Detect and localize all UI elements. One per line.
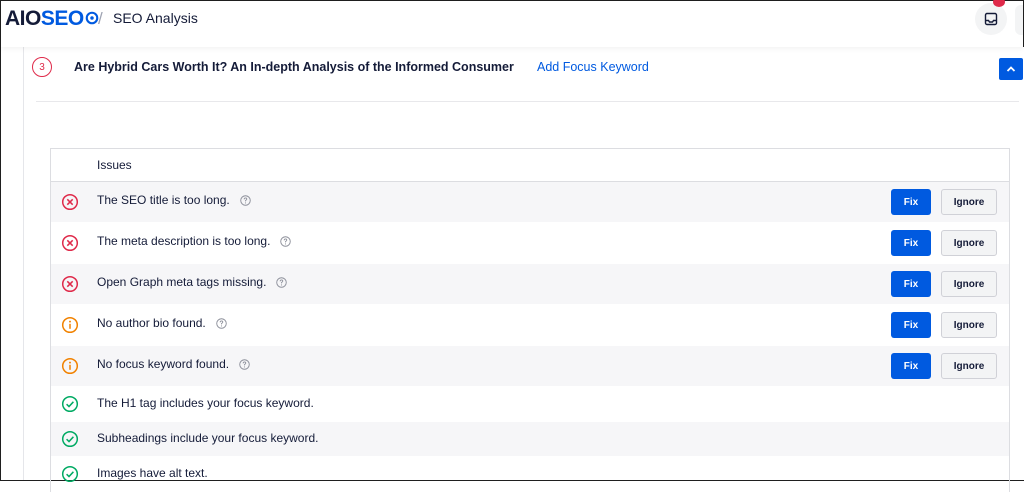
issues-column-header: Issues bbox=[97, 158, 132, 172]
app-frame: AIOSEO / SEO Analysis 3 Are Hybrid Cars … bbox=[0, 0, 1024, 492]
warning-icon bbox=[61, 316, 79, 334]
notifications-button[interactable] bbox=[975, 3, 1007, 35]
breadcrumb-separator: / bbox=[98, 9, 103, 28]
issue-row: Subheadings include your focus keyword. bbox=[51, 422, 1009, 457]
page-title: SEO Analysis bbox=[113, 10, 198, 26]
issue-row: The meta description is too long. Fix Igno… bbox=[51, 223, 1009, 264]
issues-table: Issues The SEO title is too long. Fix Igno… bbox=[50, 148, 1010, 492]
aioseo-logo[interactable]: AIOSEO bbox=[5, 7, 99, 31]
issue-text: The H1 tag includes your focus keyword. bbox=[97, 396, 314, 410]
fix-button[interactable]: Fix bbox=[891, 230, 931, 256]
post-score-badge: 3 bbox=[32, 57, 52, 77]
fix-button[interactable]: Fix bbox=[891, 189, 931, 215]
fix-button[interactable]: Fix bbox=[891, 353, 931, 379]
issue-text: No focus keyword found. bbox=[97, 357, 230, 371]
error-icon bbox=[61, 234, 79, 252]
issue-text: Images have alt text. bbox=[97, 466, 208, 480]
check-circle-icon bbox=[61, 465, 79, 483]
collapse-button[interactable] bbox=[999, 58, 1023, 80]
divider bbox=[36, 101, 1019, 102]
check-circle-icon bbox=[61, 395, 79, 413]
post-header: 3 Are Hybrid Cars Worth It? An In-depth … bbox=[24, 47, 1024, 101]
error-icon bbox=[61, 275, 79, 293]
issue-row: Open Graph meta tags missing. Fix Ignore bbox=[51, 264, 1009, 305]
fix-button[interactable]: Fix bbox=[891, 271, 931, 297]
issue-row: Images have alt text. bbox=[51, 457, 1009, 492]
help-icon[interactable] bbox=[240, 194, 251, 206]
logo-text: AIOSEO bbox=[5, 7, 84, 30]
ignore-button[interactable]: Ignore bbox=[941, 189, 997, 215]
issue-label: No author bio found. bbox=[97, 316, 227, 330]
ignore-button[interactable]: Ignore bbox=[941, 353, 997, 379]
check-circle-icon bbox=[61, 430, 79, 448]
issue-text: Subheadings include your focus keyword. bbox=[97, 431, 319, 445]
error-icon bbox=[61, 193, 79, 211]
fix-button[interactable]: Fix bbox=[891, 312, 931, 338]
help-button-edge[interactable] bbox=[1015, 5, 1023, 35]
issue-row: The SEO title is too long. Fix Ignore bbox=[51, 182, 1009, 223]
table-header: Issues bbox=[51, 149, 1009, 182]
notification-badge bbox=[993, 0, 1005, 7]
post-title: Are Hybrid Cars Worth It? An In-depth An… bbox=[74, 60, 514, 74]
issue-label: The SEO title is too long. bbox=[97, 193, 251, 207]
issue-text: The meta description is too long. bbox=[97, 234, 271, 248]
issues-rows: The SEO title is too long. Fix Ignore The m… bbox=[51, 182, 1009, 492]
issue-text: The SEO title is too long. bbox=[97, 193, 230, 207]
help-icon[interactable] bbox=[276, 276, 288, 288]
issue-row: No focus keyword found. Fix Ignore bbox=[51, 346, 1009, 387]
issue-text: No author bio found. bbox=[97, 316, 206, 330]
add-focus-keyword-link[interactable]: Add Focus Keyword bbox=[537, 60, 649, 74]
issue-label: Open Graph meta tags missing. bbox=[97, 275, 288, 289]
top-bar: AIOSEO / SEO Analysis bbox=[1, 0, 1023, 47]
post-analysis-card: 3 Are Hybrid Cars Worth It? An In-depth … bbox=[23, 47, 1024, 492]
issue-row: The H1 tag includes your focus keyword. bbox=[51, 387, 1009, 422]
help-icon[interactable] bbox=[239, 358, 250, 370]
issue-label: The meta description is too long. bbox=[97, 234, 292, 248]
chevron-up-icon bbox=[1006, 66, 1016, 72]
ignore-button[interactable]: Ignore bbox=[941, 230, 997, 256]
ignore-button[interactable]: Ignore bbox=[941, 312, 997, 338]
gear-icon bbox=[85, 11, 99, 25]
issue-text: Open Graph meta tags missing. bbox=[97, 275, 267, 289]
issue-row: No author bio found. Fix Ignore bbox=[51, 305, 1009, 346]
inbox-icon bbox=[984, 12, 998, 26]
help-icon[interactable] bbox=[216, 317, 227, 329]
issue-label: Subheadings include your focus keyword. bbox=[97, 431, 318, 445]
issue-label: No focus keyword found. bbox=[97, 357, 250, 371]
ignore-button[interactable]: Ignore bbox=[941, 271, 997, 297]
issue-label: The H1 tag includes your focus keyword. bbox=[97, 396, 314, 410]
issue-label: Images have alt text. bbox=[97, 466, 208, 480]
help-icon[interactable] bbox=[280, 235, 292, 247]
warning-icon bbox=[61, 357, 79, 375]
